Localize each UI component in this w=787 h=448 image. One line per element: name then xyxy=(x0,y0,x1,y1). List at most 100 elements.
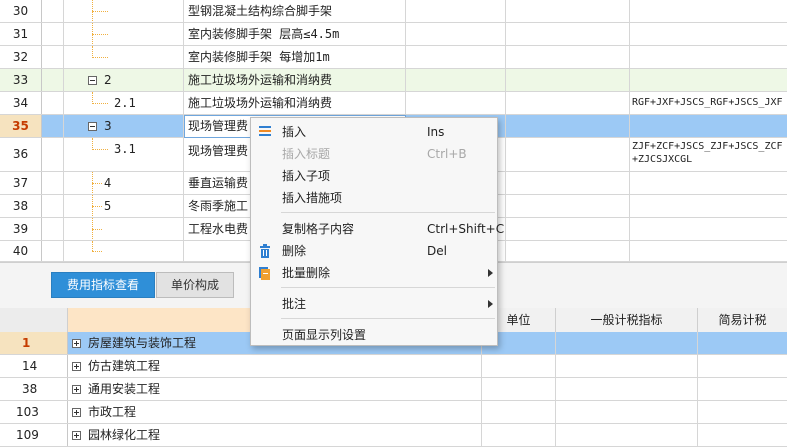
general-tax-cell[interactable] xyxy=(556,378,698,400)
formula-cell[interactable] xyxy=(630,23,787,45)
collapse-toggle-icon[interactable] xyxy=(88,76,97,85)
row-gap xyxy=(42,0,64,22)
formula-cell[interactable] xyxy=(630,0,787,22)
formula-cell[interactable] xyxy=(630,241,787,261)
row-number-text: 38 xyxy=(22,382,38,396)
formula-cell[interactable] xyxy=(630,195,787,217)
menu-item-insert-measure[interactable]: 插入措施项 xyxy=(251,187,497,209)
menu-item-insert-child[interactable]: 插入子项 xyxy=(251,165,497,187)
table-row[interactable]: 30 型钢混凝土结构综合脚手架 xyxy=(0,0,787,23)
empty-cell[interactable] xyxy=(406,23,506,45)
table-row[interactable]: 34 2.1 施工垃圾场外运输和消纳费 RGF+JXF+JSCS_RGF+JSC… xyxy=(0,92,787,115)
code-text: 3.1 xyxy=(114,142,136,156)
formula-cell[interactable] xyxy=(630,218,787,240)
table-row[interactable]: 32 室内装修脚手架 每增加1m xyxy=(0,46,787,69)
row-number: 40 xyxy=(0,241,42,261)
empty-cell[interactable] xyxy=(506,92,630,114)
code-cell[interactable]: 3.1 xyxy=(64,138,184,171)
code-cell[interactable] xyxy=(64,218,184,240)
table-row[interactable]: 103 市政工程 xyxy=(0,401,787,424)
simple-tax-cell[interactable] xyxy=(698,355,787,377)
general-tax-cell[interactable] xyxy=(556,401,698,423)
empty-cell[interactable] xyxy=(506,195,630,217)
menu-item-delete[interactable]: 删除 Del xyxy=(251,240,497,262)
table-row[interactable]: 33 2 施工垃圾场外运输和消纳费 xyxy=(0,69,787,92)
empty-cell[interactable] xyxy=(406,46,506,68)
row-number: 38 xyxy=(0,378,68,400)
menu-item-insert[interactable]: 插入 Ins xyxy=(251,121,497,143)
row-gap xyxy=(42,241,64,261)
empty-cell[interactable] xyxy=(506,23,630,45)
empty-cell[interactable] xyxy=(506,115,630,137)
empty-cell[interactable] xyxy=(406,0,506,22)
empty-cell[interactable] xyxy=(406,69,506,91)
menu-separator xyxy=(281,287,495,288)
general-tax-cell[interactable] xyxy=(556,332,698,354)
menu-label: 复制格子内容 xyxy=(282,222,355,236)
name-cell[interactable]: 施工垃圾场外运输和消纳费 xyxy=(184,92,406,114)
header-simple-tax[interactable]: 简易计税 xyxy=(698,308,787,332)
table-row[interactable]: 109 园林绿化工程 xyxy=(0,424,787,447)
formula-cell[interactable]: ZJF+ZCF+JSCS_ZJF+JSCS_ZCF +ZJCSJXCGL xyxy=(630,138,787,171)
formula-line: +ZJCSJXCGL xyxy=(632,154,693,165)
unit-cell[interactable] xyxy=(482,355,556,377)
unit-cell[interactable] xyxy=(482,401,556,423)
tab-unit-composition[interactable]: 单价构成 xyxy=(156,272,234,298)
empty-cell[interactable] xyxy=(506,46,630,68)
table-row[interactable]: 38 通用安装工程 xyxy=(0,378,787,401)
name-cell[interactable]: 室内装修脚手架 每增加1m xyxy=(184,46,406,68)
menu-separator xyxy=(281,318,495,319)
collapse-toggle-icon[interactable] xyxy=(88,122,97,131)
header-general-tax[interactable]: 一般计税指标 xyxy=(556,308,698,332)
table-row[interactable]: 31 室内装修脚手架 层高≤4.5m xyxy=(0,23,787,46)
empty-cell[interactable] xyxy=(506,241,630,261)
formula-cell[interactable] xyxy=(630,115,787,137)
empty-cell[interactable] xyxy=(506,172,630,194)
menu-item-annotate[interactable]: 批注 xyxy=(251,293,497,315)
code-cell[interactable] xyxy=(64,241,184,261)
project-name[interactable]: 通用安装工程 xyxy=(68,378,482,400)
formula-cell[interactable] xyxy=(630,46,787,68)
general-tax-cell[interactable] xyxy=(556,424,698,446)
menu-item-batch-delete[interactable]: 批量删除 xyxy=(251,262,497,284)
code-cell[interactable]: 3 xyxy=(64,115,184,137)
code-cell[interactable]: 4 xyxy=(64,172,184,194)
code-cell[interactable]: 2 xyxy=(64,69,184,91)
formula-cell[interactable] xyxy=(630,69,787,91)
simple-tax-cell[interactable] xyxy=(698,401,787,423)
code-cell[interactable]: 5 xyxy=(64,195,184,217)
empty-cell[interactable] xyxy=(506,138,630,171)
simple-tax-cell[interactable] xyxy=(698,332,787,354)
code-cell[interactable]: 2.1 xyxy=(64,92,184,114)
unit-cell[interactable] xyxy=(482,378,556,400)
formula-cell[interactable]: RGF+JXF+JSCS_RGF+JSCS_JXF xyxy=(630,92,787,114)
unit-cell[interactable] xyxy=(482,424,556,446)
formula-cell[interactable] xyxy=(630,172,787,194)
table-row[interactable]: 14 仿古建筑工程 xyxy=(0,355,787,378)
empty-cell[interactable] xyxy=(506,218,630,240)
row-number: 36 xyxy=(0,138,42,171)
empty-cell[interactable] xyxy=(506,69,630,91)
tree-line xyxy=(92,251,102,252)
menu-item-insert-title[interactable]: 插入标题 Ctrl+B xyxy=(251,143,497,165)
simple-tax-cell[interactable] xyxy=(698,424,787,446)
general-tax-cell[interactable] xyxy=(556,355,698,377)
project-name[interactable]: 市政工程 xyxy=(68,401,482,423)
name-cell[interactable]: 室内装修脚手架 层高≤4.5m xyxy=(184,23,406,45)
tree-line xyxy=(92,206,102,207)
code-cell[interactable] xyxy=(64,46,184,68)
code-cell[interactable] xyxy=(64,0,184,22)
row-number: 33 xyxy=(0,69,42,91)
name-cell[interactable]: 型钢混凝土结构综合脚手架 xyxy=(184,0,406,22)
tab-fee-index[interactable]: 费用指标查看 xyxy=(51,272,155,298)
simple-tax-cell[interactable] xyxy=(698,378,787,400)
row-number: 39 xyxy=(0,218,42,240)
project-name[interactable]: 仿古建筑工程 xyxy=(68,355,482,377)
empty-cell[interactable] xyxy=(406,92,506,114)
name-cell[interactable]: 施工垃圾场外运输和消纳费 xyxy=(184,69,406,91)
menu-item-page-columns[interactable]: 页面显示列设置 xyxy=(251,324,497,346)
code-cell[interactable] xyxy=(64,23,184,45)
project-name[interactable]: 园林绿化工程 xyxy=(68,424,482,446)
menu-item-copy-cell[interactable]: 复制格子内容 Ctrl+Shift+C xyxy=(251,218,504,240)
empty-cell[interactable] xyxy=(506,0,630,22)
